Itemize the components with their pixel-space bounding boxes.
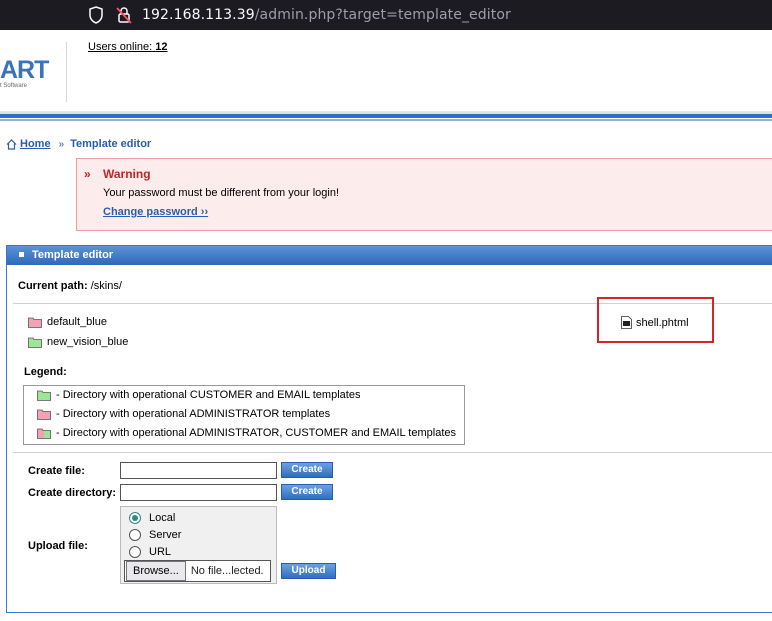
radio-local[interactable]: Local — [129, 512, 175, 524]
app-header: ART t Software Users online: 12 — [0, 30, 772, 111]
file-icon — [621, 316, 632, 329]
upload-file-label: Upload file: — [28, 540, 88, 552]
users-online-link[interactable]: Users online: 12 — [88, 41, 168, 53]
browse-button[interactable]: Browse... — [126, 561, 186, 581]
file-name: shell.phtml — [636, 316, 689, 329]
directory-name: new_vision_blue — [47, 336, 129, 348]
no-file-text: No file...lected. — [190, 565, 264, 577]
panel-header: Template editor — [7, 246, 772, 265]
divider — [13, 452, 772, 453]
legend-text: - Directory with operational ADMINISTRAT… — [56, 408, 331, 420]
browser-url-bar[interactable]: 192.168.113.39/admin.php?target=template… — [0, 0, 772, 30]
home-icon — [6, 138, 17, 150]
warning-box: » Warning Your password must be differen… — [76, 158, 772, 231]
upload-options-box: Local Server URL Browse... No file...lec… — [120, 506, 277, 584]
folder-pink-icon — [28, 317, 42, 328]
shield-icon[interactable] — [88, 6, 104, 24]
warning-title: Warning — [103, 167, 151, 181]
create-file-input[interactable] — [120, 462, 277, 479]
legend-label: Legend: — [24, 366, 67, 378]
legend-item: - Directory with operational ADMINISTRAT… — [37, 408, 330, 420]
file-chooser[interactable]: Browse... No file...lected. — [124, 560, 271, 582]
url-path: /admin.php?target=template_editor — [254, 7, 511, 23]
header-stripe — [0, 114, 772, 118]
url-host: 192.168.113.39 — [142, 7, 255, 23]
breadcrumb-current: Template editor — [70, 138, 152, 150]
url-text[interactable]: 192.168.113.39/admin.php?target=template… — [142, 7, 511, 23]
create-directory-button[interactable]: Create — [281, 484, 333, 500]
users-online-label: Users online: — [88, 41, 153, 53]
radio-url[interactable]: URL — [129, 546, 171, 558]
create-directory-label: Create directory: — [28, 487, 117, 499]
radio-label: URL — [149, 546, 172, 558]
template-editor-panel: Template editor Current path: /skins/ de… — [6, 245, 772, 613]
panel-bullet-icon — [19, 252, 24, 257]
panel-title: Template editor — [32, 249, 114, 261]
current-path-value: /skins/ — [87, 280, 122, 292]
insecure-lock-icon[interactable] — [115, 6, 133, 24]
folder-green-icon — [37, 390, 51, 401]
logo-subtitle: t Software — [0, 83, 28, 89]
radio-button[interactable] — [129, 546, 141, 558]
breadcrumb: Home » Template editor — [6, 138, 151, 150]
current-path: Current path: /skins/ — [18, 280, 122, 292]
legend-item: - Directory with operational CUSTOMER an… — [37, 389, 360, 401]
header-divider — [66, 42, 67, 102]
folder-green-icon — [28, 337, 42, 348]
create-file-button[interactable]: Create — [281, 462, 333, 478]
highlight-box: shell.phtml — [597, 297, 714, 343]
folder-pink-icon — [37, 409, 51, 420]
change-password-link[interactable]: Change password ›› — [103, 206, 208, 218]
directory-item[interactable]: new_vision_blue — [28, 336, 128, 348]
create-file-label: Create file: — [28, 465, 85, 477]
directory-name: default_blue — [47, 316, 107, 328]
radio-button[interactable] — [129, 529, 141, 541]
warning-message: Your password must be different from you… — [103, 187, 340, 199]
header-stripe-light — [0, 119, 772, 121]
radio-server[interactable]: Server — [129, 529, 181, 541]
radio-label: Local — [149, 512, 176, 524]
breadcrumb-home-link[interactable]: Home — [20, 138, 51, 150]
create-directory-input[interactable] — [120, 484, 277, 501]
folder-mixed-icon — [37, 428, 51, 439]
file-item[interactable]: shell.phtml — [621, 316, 689, 329]
legend-text: - Directory with operational CUSTOMER an… — [56, 389, 361, 401]
breadcrumb-separator-icon: » — [58, 138, 65, 150]
directory-item[interactable]: default_blue — [28, 316, 107, 328]
legend-text: - Directory with operational ADMINISTRAT… — [56, 427, 456, 439]
current-path-label: Current path: — [18, 280, 88, 292]
legend-box: - Directory with operational CUSTOMER an… — [23, 385, 465, 445]
upload-button[interactable]: Upload — [281, 563, 336, 579]
users-online-count: 12 — [155, 41, 168, 53]
radio-button-selected[interactable] — [129, 512, 141, 524]
radio-label: Server — [149, 529, 182, 541]
logo: ART — [0, 56, 49, 84]
warning-chevron-icon: » — [84, 167, 91, 181]
legend-item: - Directory with operational ADMINISTRAT… — [37, 427, 456, 439]
